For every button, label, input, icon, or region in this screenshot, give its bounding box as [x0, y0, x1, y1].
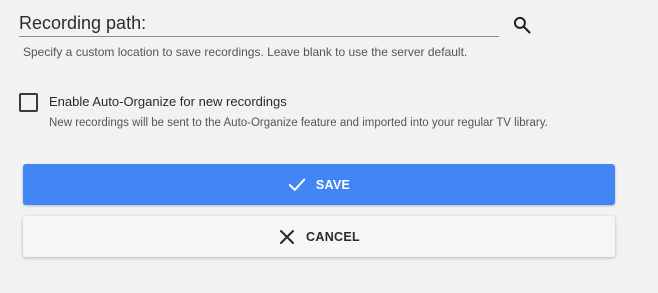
- recording-path-help-text: Specify a custom location to save record…: [23, 45, 468, 59]
- check-icon: [288, 176, 306, 194]
- auto-organize-help-text: New recordings will be sent to the Auto-…: [49, 117, 548, 129]
- save-button[interactable]: SAVE: [23, 164, 615, 205]
- recording-path-row: [19, 10, 539, 40]
- close-icon: [278, 228, 296, 246]
- auto-organize-label[interactable]: Enable Auto-Organize for new recordings: [49, 94, 287, 109]
- cancel-button-label: CANCEL: [306, 229, 360, 244]
- save-button-label: SAVE: [315, 177, 351, 192]
- recording-settings-form: Specify a custom location to save record…: [0, 0, 658, 293]
- cancel-button[interactable]: CANCEL: [23, 216, 615, 257]
- auto-organize-checkbox[interactable]: [19, 93, 38, 112]
- browse-path-button[interactable]: [510, 13, 534, 37]
- recording-path-input[interactable]: [19, 10, 499, 37]
- auto-organize-row: Enable Auto-Organize for new recordings …: [19, 91, 639, 141]
- search-icon: [513, 16, 531, 34]
